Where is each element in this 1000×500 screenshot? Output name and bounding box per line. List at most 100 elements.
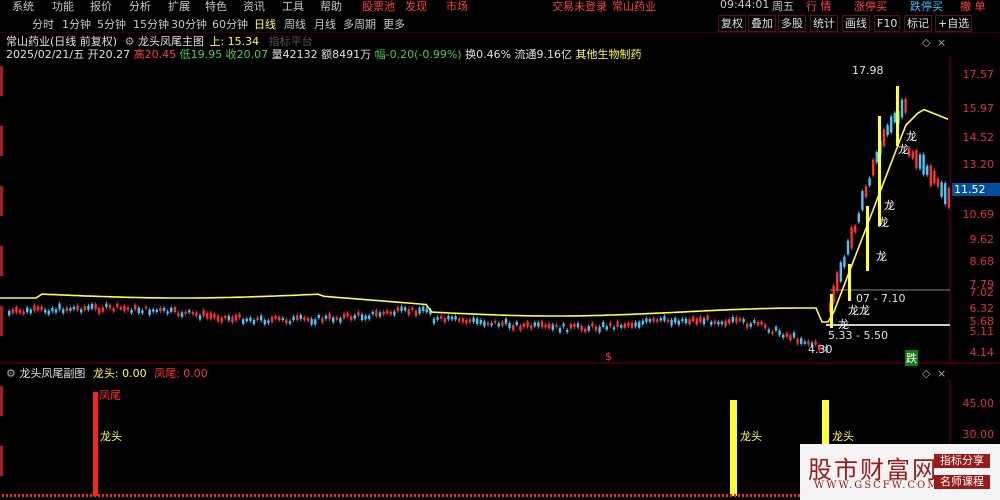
sub-baseline-dot: [142, 494, 144, 497]
sub-baseline-dot: [146, 494, 148, 497]
period-monthly[interactable]: 月线: [314, 16, 336, 32]
sub-baseline-dot: [258, 494, 260, 497]
sub-baseline-dot: [666, 494, 668, 497]
sub-baseline-dot: [518, 494, 520, 497]
diamond-icon[interactable]: ◇: [922, 36, 930, 49]
sub-baseline-dot: [266, 494, 268, 497]
menu-item-news[interactable]: 资讯: [243, 0, 265, 14]
sub-baseline-dot: [494, 494, 496, 497]
tool-overlay[interactable]: 叠加: [748, 15, 776, 32]
dragon-marker-4: 龙: [876, 250, 887, 263]
period-15min[interactable]: 15分钟: [133, 16, 169, 32]
sub-baseline-dot: [606, 494, 608, 497]
menu-item-feature[interactable]: 特色: [205, 0, 227, 14]
sub-baseline-dot: [86, 494, 88, 497]
dragon-head-bar-label-1: 龙头: [740, 430, 762, 443]
sub-baseline-dot: [658, 494, 660, 497]
sub-baseline-dot: [46, 494, 48, 497]
sub-baseline-dot: [362, 494, 364, 497]
sub-baseline-dot: [738, 494, 740, 497]
sub-indicator-settings-icon[interactable]: ⚙: [6, 367, 16, 380]
sub-baseline-dot: [366, 494, 368, 497]
sub-baseline-dot: [10, 494, 12, 497]
watermark: 股市财富网 WWW.GSCFW.COM 指标分享 名师课程: [800, 444, 1000, 500]
fall-signal-marker: 跌: [905, 350, 918, 366]
sub-chart-title[interactable]: 龙头凤尾副图: [19, 367, 85, 380]
sub-baseline-dot: [478, 494, 480, 497]
period-30min[interactable]: 30分钟: [171, 16, 207, 32]
y-tick-label: 9.62: [970, 233, 995, 246]
period-weekly[interactable]: 周线: [284, 16, 306, 32]
period-60min[interactable]: 60分钟: [212, 16, 248, 32]
y-tick-label: 5.11: [970, 325, 995, 338]
tool-restore-rights[interactable]: 复权: [718, 15, 746, 32]
sub-baseline-dot: [262, 494, 264, 497]
sub-baseline-dot: [434, 494, 436, 497]
sub-close-icon[interactable]: ×: [937, 367, 946, 380]
sub-baseline-dot: [330, 494, 332, 497]
menu-market[interactable]: 市场: [446, 0, 468, 14]
sub-baseline-dot: [78, 494, 80, 497]
sub-diamond-icon[interactable]: ◇: [922, 367, 930, 380]
period-1min[interactable]: 1分钟: [62, 16, 91, 32]
sub-baseline-dot: [82, 494, 84, 497]
limit-up-buy-button[interactable]: 涨停买: [854, 0, 887, 14]
limit-down-buy-button[interactable]: 跌停买: [910, 0, 943, 14]
quote-button[interactable]: 行 情: [806, 0, 832, 14]
tool-mark[interactable]: 标记: [904, 15, 932, 32]
sub-baseline-dot: [178, 494, 180, 497]
period-multi[interactable]: 多周期: [343, 16, 376, 32]
menu-item-quote[interactable]: 报价: [90, 0, 112, 14]
period-5min[interactable]: 5分钟: [97, 16, 126, 32]
menu-item-tools[interactable]: 工具: [282, 0, 304, 14]
sub-baseline-dot: [722, 494, 724, 497]
sub-baseline-dot: [794, 494, 796, 497]
tool-f10[interactable]: F10: [874, 15, 901, 32]
menu-item-system[interactable]: 系统: [12, 0, 34, 14]
sub-baseline-dot: [354, 494, 356, 497]
period-more[interactable]: 更多: [383, 16, 405, 32]
sub-baseline-dot: [350, 494, 352, 497]
sub-baseline-dot: [498, 494, 500, 497]
sub-baseline-dot: [194, 494, 196, 497]
menu-discover[interactable]: 发现: [405, 0, 427, 14]
sub-baseline-dot: [130, 494, 132, 497]
sub-baseline-dot: [550, 494, 552, 497]
y-tick-label: 14.52: [963, 131, 995, 144]
sub-baseline-dot: [654, 494, 656, 497]
sub-baseline-dot: [374, 494, 376, 497]
menu-item-help[interactable]: 帮助: [320, 0, 342, 14]
close-icon[interactable]: ×: [937, 36, 946, 49]
sub-baseline-dot: [430, 494, 432, 497]
tool-add-favorite[interactable]: +自选: [935, 15, 973, 32]
menu-item-extend[interactable]: 扩展: [168, 0, 190, 14]
sub-baseline-dot: [214, 494, 216, 497]
sub-baseline-dot: [674, 494, 676, 497]
menu-item-analysis[interactable]: 分析: [129, 0, 151, 14]
tool-multi-stock[interactable]: 多股: [778, 15, 806, 32]
period-intraday[interactable]: 分时: [32, 16, 54, 32]
sub-baseline-dot: [734, 494, 736, 497]
y-tick-label: 10.69: [963, 208, 995, 221]
sub-baseline-dot: [414, 494, 416, 497]
sub-baseline-dot: [682, 494, 684, 497]
sub-baseline-dot: [726, 494, 728, 497]
menu-item-function[interactable]: 功能: [52, 0, 74, 14]
sub-baseline-dot: [638, 494, 640, 497]
sub-baseline-dot: [702, 494, 704, 497]
menu-stock-pool[interactable]: 股票池: [362, 0, 395, 14]
y-tick-label: 13.20: [963, 158, 995, 171]
tool-statistics[interactable]: 统计: [810, 15, 838, 32]
sub-baseline-dot: [786, 494, 788, 497]
high-price-marker: 17.98: [852, 64, 884, 77]
sub-baseline-dot: [370, 494, 372, 497]
y-tick-label: 6.32: [970, 302, 995, 315]
sub-baseline-dot: [650, 494, 652, 497]
sub-baseline-dot: [782, 494, 784, 497]
cancel-order-button[interactable]: 撤 单: [960, 0, 986, 14]
sub-baseline-dot: [386, 494, 388, 497]
sub-baseline-dot: [454, 494, 456, 497]
sub-baseline-dot: [534, 494, 536, 497]
tool-draw-line[interactable]: 画线: [842, 15, 870, 32]
period-daily[interactable]: 日线: [254, 16, 276, 32]
